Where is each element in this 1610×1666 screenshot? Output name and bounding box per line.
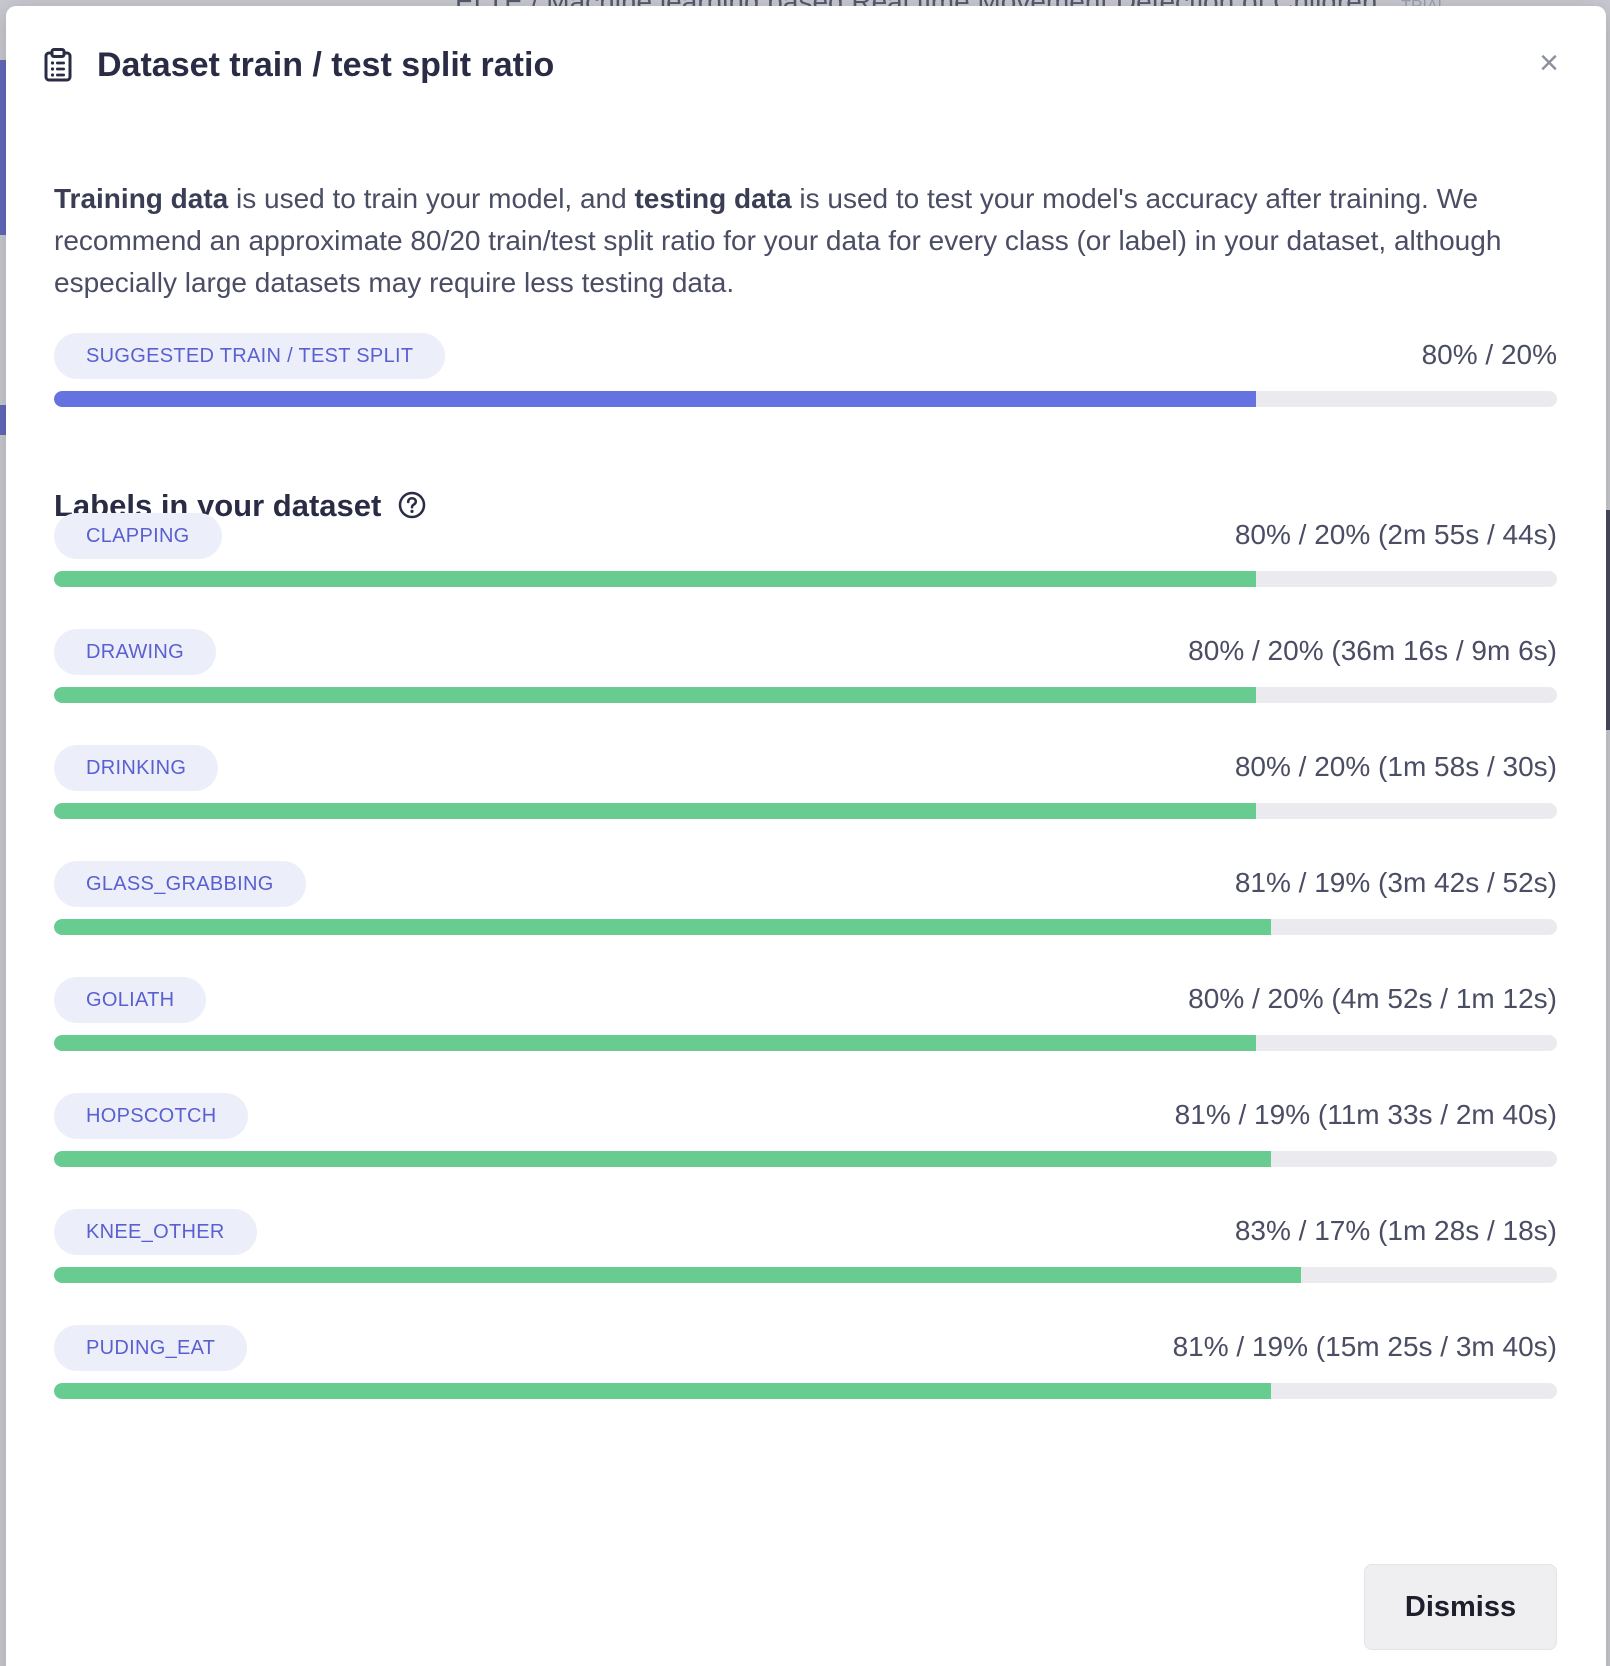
suggested-split-ratio: 80% / 20% bbox=[1421, 339, 1557, 370]
label-split-ratio: 81% / 19% (3m 42s / 52s) bbox=[1234, 867, 1557, 898]
label-split-bar bbox=[54, 571, 1557, 587]
label-pill: HOPSCOTCH bbox=[54, 1093, 249, 1139]
label-row: CLAPPING 80% / 20% (2m 55s / 44s) bbox=[54, 513, 1557, 593]
label-pill: GOLIATH bbox=[54, 977, 207, 1023]
modal-header: Dataset train / test split ratio × bbox=[6, 6, 1606, 124]
label-split-ratio: 81% / 19% (15m 25s / 3m 40s) bbox=[1172, 1331, 1557, 1362]
label-row: GOLIATH 80% / 20% (4m 52s / 1m 12s) bbox=[54, 977, 1557, 1057]
suggested-split-pill: SUGGESTED TRAIN / TEST SPLIT bbox=[54, 333, 446, 379]
label-row: PUDING_EAT 81% / 19% (15m 25s / 3m 40s) bbox=[54, 1325, 1557, 1405]
label-split-ratio: 80% / 20% (1m 58s / 30s) bbox=[1234, 751, 1557, 782]
label-pill: CLAPPING bbox=[54, 513, 222, 559]
label-split-ratio: 81% / 19% (11m 33s / 2m 40s) bbox=[1174, 1099, 1557, 1130]
testing-data-term: testing data bbox=[634, 183, 792, 214]
label-split-ratio: 80% / 20% (36m 16s / 9m 6s) bbox=[1188, 635, 1557, 666]
label-split-bar bbox=[54, 1267, 1557, 1283]
dismiss-button[interactable]: Dismiss bbox=[1364, 1564, 1557, 1650]
label-row: KNEE_OTHER 83% / 17% (1m 28s / 18s) bbox=[54, 1209, 1557, 1289]
label-pill: DRINKING bbox=[54, 745, 219, 791]
clipboard-icon bbox=[44, 48, 72, 82]
label-split-bar bbox=[54, 1035, 1557, 1051]
suggested-split-bar bbox=[54, 391, 1557, 407]
label-split-bar-fill bbox=[54, 1267, 1302, 1283]
label-split-ratio: 83% / 17% (1m 28s / 18s) bbox=[1234, 1215, 1557, 1246]
suggested-split-row: SUGGESTED TRAIN / TEST SPLIT 80% / 20% bbox=[54, 333, 1557, 413]
label-split-bar bbox=[54, 687, 1557, 703]
label-split-ratio: 80% / 20% (4m 52s / 1m 12s) bbox=[1188, 983, 1557, 1014]
suggested-split-bar-fill bbox=[54, 391, 1257, 407]
label-row: DRAWING 80% / 20% (36m 16s / 9m 6s) bbox=[54, 629, 1557, 709]
intro-text: Training data is used to train your mode… bbox=[54, 178, 1554, 304]
label-pill: PUDING_EAT bbox=[54, 1325, 248, 1371]
label-pill: DRAWING bbox=[54, 629, 217, 675]
label-split-bar bbox=[54, 1151, 1557, 1167]
label-split-bar bbox=[54, 803, 1557, 819]
label-split-bar-fill bbox=[54, 571, 1257, 587]
label-row: HOPSCOTCH 81% / 19% (11m 33s / 2m 40s) bbox=[54, 1093, 1557, 1173]
label-split-bar-fill bbox=[54, 687, 1257, 703]
modal-title: Dataset train / test split ratio bbox=[97, 46, 555, 84]
label-row: GLASS_GRABBING 81% / 19% (3m 42s / 52s) bbox=[54, 861, 1557, 941]
label-split-ratio: 80% / 20% (2m 55s / 44s) bbox=[1234, 519, 1557, 550]
label-split-bar-fill bbox=[54, 919, 1272, 935]
label-split-bar-fill bbox=[54, 1383, 1272, 1399]
label-pill: GLASS_GRABBING bbox=[54, 861, 306, 907]
label-split-bar bbox=[54, 1383, 1557, 1399]
label-split-bar-fill bbox=[54, 1035, 1257, 1051]
label-split-bar bbox=[54, 919, 1557, 935]
close-icon[interactable]: × bbox=[1534, 46, 1564, 80]
intro-part-1: is used to train your model, and bbox=[228, 183, 635, 214]
split-ratio-modal: Dataset train / test split ratio × Train… bbox=[6, 6, 1606, 1666]
label-split-bar-fill bbox=[54, 1151, 1272, 1167]
label-pill: KNEE_OTHER bbox=[54, 1209, 257, 1255]
label-row: DRINKING 80% / 20% (1m 58s / 30s) bbox=[54, 745, 1557, 825]
label-split-bar-fill bbox=[54, 803, 1257, 819]
training-data-term: Training data bbox=[54, 183, 229, 214]
